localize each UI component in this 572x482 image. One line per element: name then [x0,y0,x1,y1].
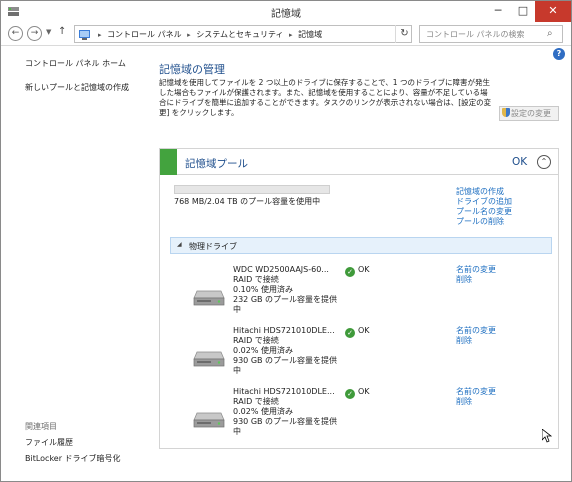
create-storage-space-link[interactable]: 記憶域の作成 [456,187,512,197]
drive-used: 0.02% 使用済み [233,407,293,416]
drive-status: ✓ OK [345,387,370,399]
search-icon[interactable]: ⌕ [547,28,553,39]
pool-status: OK [512,156,528,168]
drive-status-text: OK [358,387,370,396]
help-icon[interactable]: ? [553,48,565,60]
close-button[interactable]: ✕ [535,1,571,22]
physical-drive-item: WDC WD2500AAJS-60... RAID で接続 0.10% 使用済み… [160,265,558,325]
minimize-button[interactable]: ─ [485,1,511,22]
drive-actions: 名前の変更 削除 [456,387,496,407]
breadcrumb-control-panel[interactable]: コントロール パネル [107,30,182,39]
hard-drive-icon [193,412,225,428]
collapse-icon[interactable]: ⌃ [537,155,551,169]
drive-capacity: 232 GB のプール容量を提供中 [233,295,338,314]
hard-drive-icon [193,351,225,367]
rename-pool-link[interactable]: プール名の変更 [456,207,512,217]
drive-status: ✓ OK [345,326,370,338]
rename-drive-link[interactable]: 名前の変更 [456,387,496,397]
drive-actions: 名前の変更 削除 [456,265,496,285]
maximize-button[interactable]: □ [511,1,535,22]
drive-status-text: OK [358,326,370,335]
change-settings-button[interactable]: 設定の変更 [499,106,559,121]
breadcrumb-separator[interactable]: ▸ [187,31,191,39]
address-bar[interactable]: ▸ コントロール パネル ▸ システムとセキュリティ ▸ 記憶域 ▼ [74,25,468,43]
drive-actions: 名前の変更 削除 [456,326,496,346]
remove-drive-link[interactable]: 削除 [456,275,496,285]
hard-drive-icon [193,290,225,306]
pool-actions: 記憶域の作成 ドライブの追加 プール名の変更 プールの削除 [456,187,512,227]
rename-drive-link[interactable]: 名前の変更 [456,326,496,336]
breadcrumb-storage-spaces[interactable]: 記憶域 [298,30,322,39]
search-input[interactable]: コントロール パネルの検索 ⌕ [419,25,563,43]
drive-status-text: OK [358,265,370,274]
drive-info: WDC WD2500AAJS-60... RAID で接続 0.10% 使用済み… [233,265,343,315]
storage-pool-panel: 記憶域プール OK ⌃ 768 MB/2.04 TB のプール容量を使用中 記憶… [159,148,559,449]
drive-connection: RAID で接続 [233,275,279,284]
drive-info: Hitachi HDS721010DLE... RAID で接続 0.02% 使… [233,387,343,437]
breadcrumb-system-security[interactable]: システムとセキュリティ [196,30,283,39]
up-icon[interactable]: ↑ [58,26,66,37]
physical-drive-item: Hitachi HDS721010DLE... RAID で接続 0.02% 使… [160,387,558,447]
ok-check-icon: ✓ [345,328,355,338]
change-settings-label: 設定の変更 [511,109,551,118]
physical-drives-header[interactable]: ◢ 物理ドライブ [170,237,552,254]
shield-icon [502,108,510,117]
back-icon[interactable]: ← [8,26,23,41]
control-panel-icon [79,30,90,40]
drive-capacity: 930 GB のプール容量を提供中 [233,417,338,436]
physical-drive-item: Hitachi HDS721010DLE... RAID で接続 0.02% 使… [160,326,558,386]
sidebar-item-control-panel-home[interactable]: コントロール パネル ホーム [25,58,126,69]
navigation-bar: ← → ▼ ↑ ▸ コントロール パネル ▸ システムとセキュリティ ▸ 記憶域… [1,22,571,46]
drive-name: WDC WD2500AAJS-60... [233,265,329,274]
pool-title: 記憶域プール [185,158,248,170]
drive-capacity: 930 GB のプール容量を提供中 [233,356,338,375]
drive-name: Hitachi HDS721010DLE... [233,387,335,396]
pool-usage-bar [174,185,330,194]
pool-usage-text: 768 MB/2.04 TB のプール容量を使用中 [174,197,321,206]
recent-locations-chevron-icon[interactable]: ▼ [46,28,51,36]
sidebar: コントロール パネル ホーム 新しいプールと記憶域の作成 関連項目 ファイル履歴… [1,47,151,481]
physical-drives-label: 物理ドライブ [189,242,237,251]
expand-triangle-icon[interactable]: ◢ [177,241,182,248]
sidebar-item-file-history[interactable]: ファイル履歴 [25,437,73,448]
rename-drive-link[interactable]: 名前の変更 [456,265,496,275]
remove-drive-link[interactable]: 削除 [456,336,496,346]
breadcrumb: ▸ コントロール パネル ▸ システムとセキュリティ ▸ 記憶域 [95,29,322,40]
drive-info: Hitachi HDS721010DLE... RAID で接続 0.02% 使… [233,326,343,376]
drive-name: Hitachi HDS721010DLE... [233,326,335,335]
search-placeholder: コントロール パネルの検索 [426,30,525,39]
breadcrumb-separator: ▸ [98,31,102,39]
sidebar-item-create-pool[interactable]: 新しいプールと記憶域の作成 [25,82,129,93]
page-description: 記憶域を使用してファイルを 2 つ以上のドライブに保存することで、1 つのドライ… [159,78,492,117]
related-heading: 関連項目 [25,422,57,431]
drive-connection: RAID で接続 [233,336,279,345]
drive-connection: RAID で接続 [233,397,279,406]
sidebar-item-bitlocker[interactable]: BitLocker ドライブ暗号化 [25,453,121,464]
add-drives-link[interactable]: ドライブの追加 [456,197,512,207]
page-title: 記憶域の管理 [159,63,225,76]
storage-spaces-window: 記憶域 ─ □ ✕ ← → ▼ ↑ ▸ コントロール パネル ▸ システムとセキ… [0,0,572,482]
storage-pool-header: 記憶域プール OK ⌃ [160,149,558,175]
remove-drive-link[interactable]: 削除 [456,397,496,407]
title-bar: 記憶域 ─ □ ✕ [1,1,571,22]
forward-icon[interactable]: → [27,26,42,41]
ok-check-icon: ✓ [345,267,355,277]
drive-used: 0.02% 使用済み [233,346,293,355]
drive-status: ✓ OK [345,265,370,277]
refresh-icon[interactable]: ↻ [395,25,413,43]
breadcrumb-separator[interactable]: ▸ [289,31,293,39]
delete-pool-link[interactable]: プールの削除 [456,217,512,227]
pool-status-stripe [160,149,177,175]
mouse-cursor-icon [542,429,552,443]
drive-used: 0.10% 使用済み [233,285,293,294]
ok-check-icon: ✓ [345,389,355,399]
